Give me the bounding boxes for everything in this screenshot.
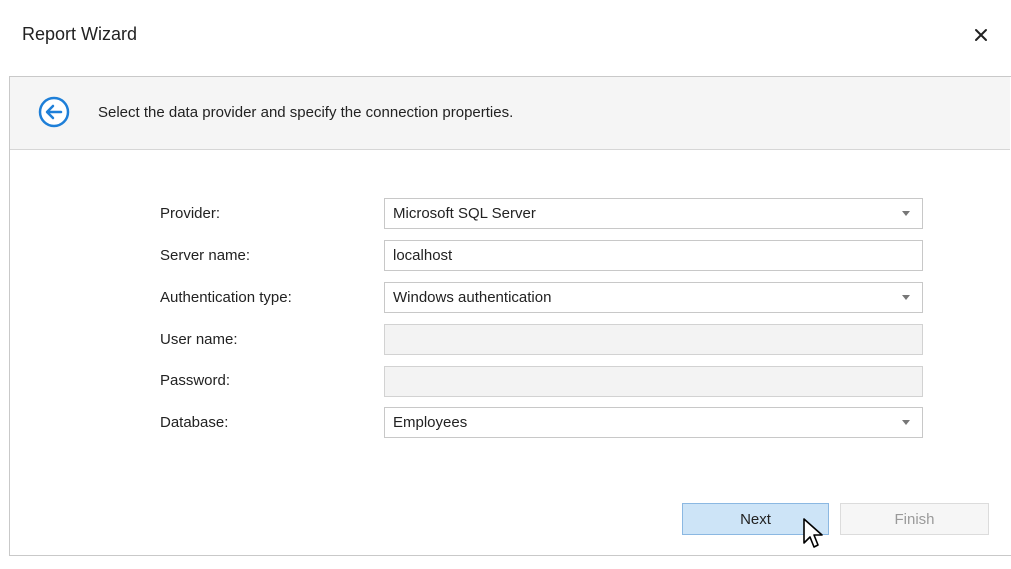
back-arrow-icon[interactable] <box>38 96 70 128</box>
user-name-label: User name: <box>160 331 238 348</box>
authentication-type-value: Windows authentication <box>393 289 552 306</box>
database-label: Database: <box>160 414 229 431</box>
provider-dropdown[interactable]: Microsoft SQL Server <box>384 198 923 229</box>
chevron-down-icon[interactable] <box>902 211 910 216</box>
authentication-type-dropdown[interactable]: Windows authentication <box>384 282 923 313</box>
server-name-value: localhost <box>393 247 453 264</box>
database-dropdown[interactable]: Employees <box>384 407 923 438</box>
mouse-pointer-icon <box>803 518 823 548</box>
user-name-input <box>384 324 923 355</box>
chevron-down-icon[interactable] <box>902 420 910 425</box>
close-x-glyph <box>975 29 987 41</box>
title-bar: Report Wizard <box>0 0 1011 76</box>
finish-button: Finish <box>840 503 989 535</box>
server-name-input[interactable]: localhost <box>384 240 923 271</box>
chevron-down-icon[interactable] <box>902 295 910 300</box>
password-label: Password: <box>160 372 231 389</box>
window-title: Report Wizard <box>22 24 138 44</box>
wizard-instruction: Select the data provider and specify the… <box>98 104 514 121</box>
provider-label: Provider: <box>160 205 221 222</box>
server-name-label: Server name: <box>160 247 251 264</box>
authentication-type-label: Authentication type: <box>160 289 292 306</box>
close-icon[interactable] <box>965 20 997 50</box>
database-value: Employees <box>393 414 468 431</box>
provider-value: Microsoft SQL Server <box>393 205 536 222</box>
password-input <box>384 366 923 397</box>
